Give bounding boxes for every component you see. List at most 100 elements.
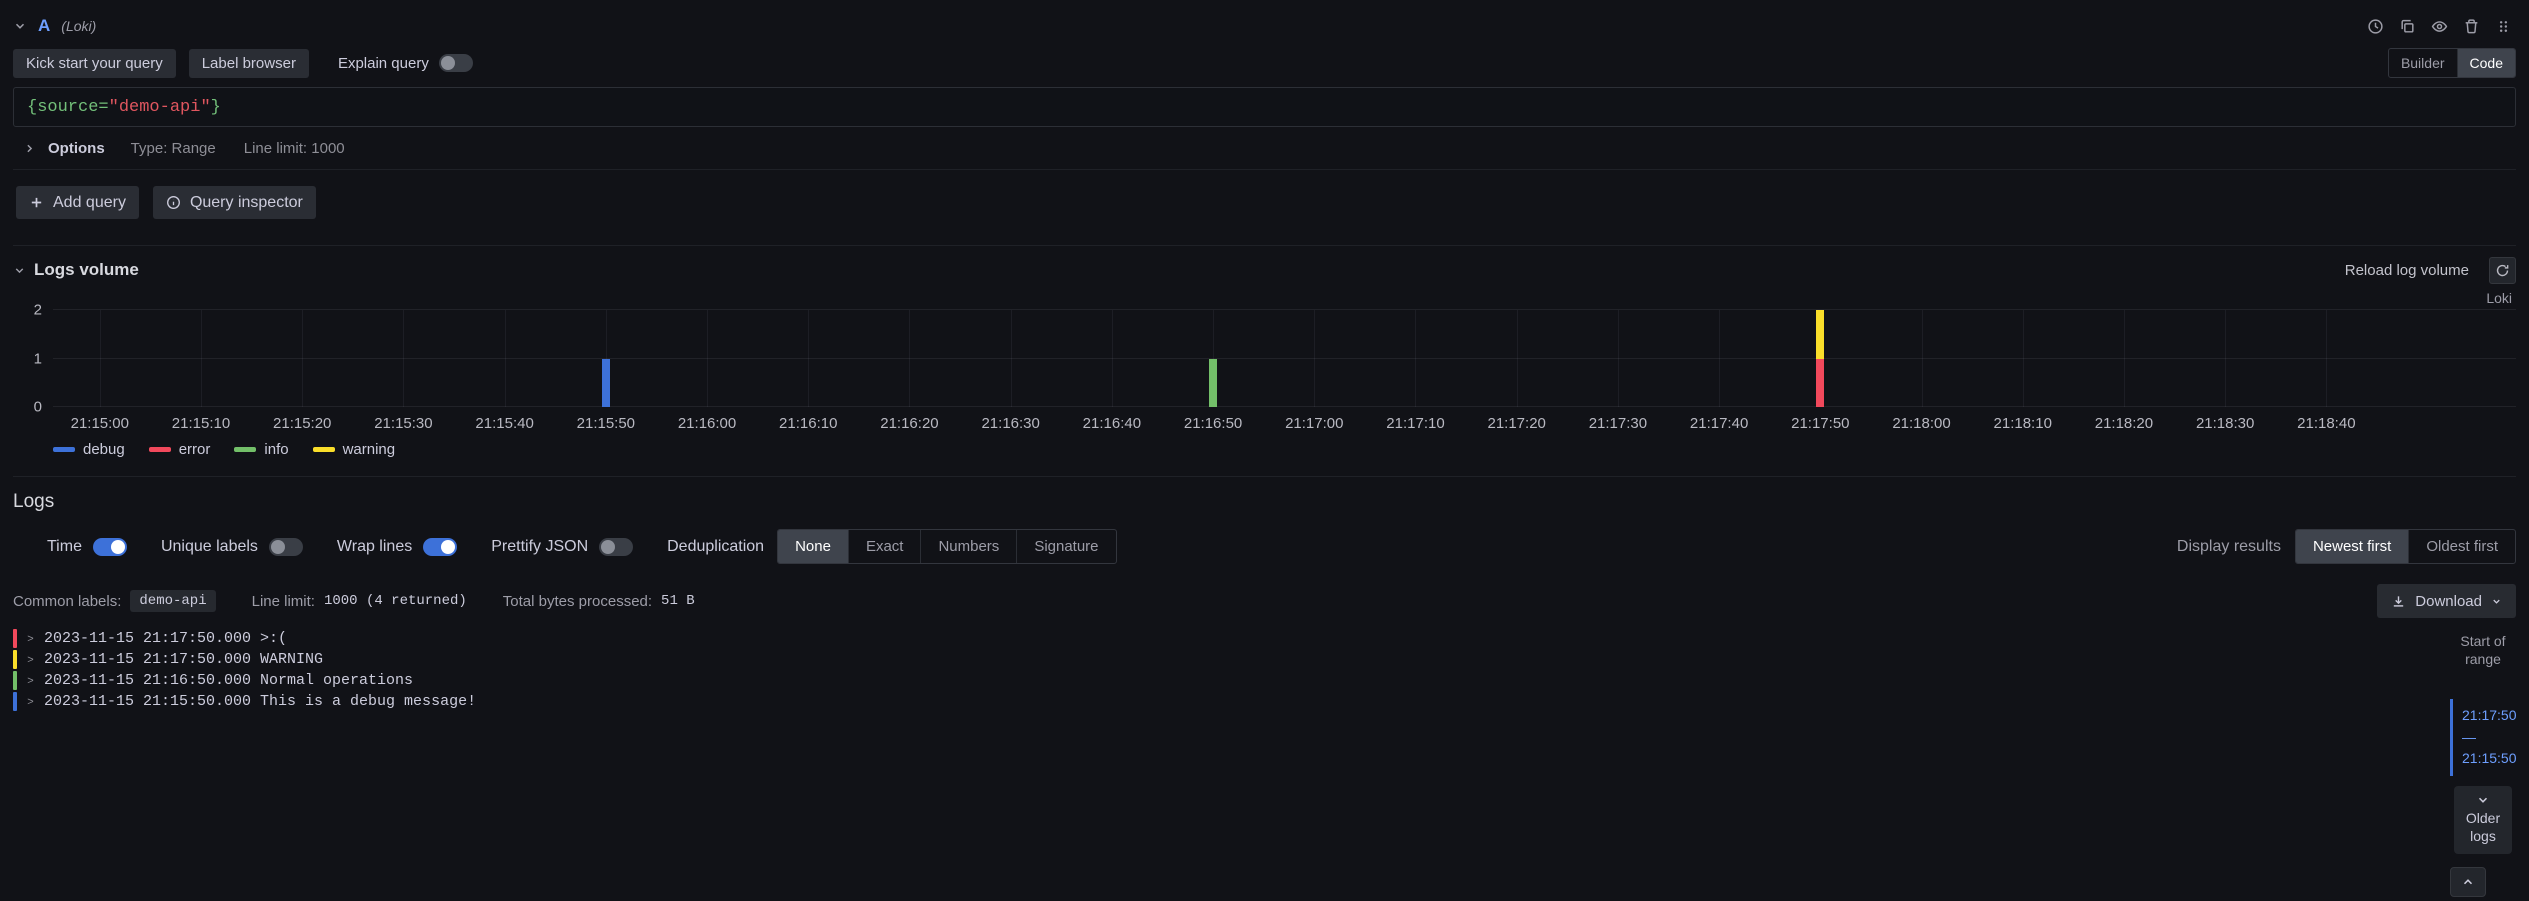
display-results-label: Display results (2177, 538, 2281, 556)
vertical-gridline (707, 310, 708, 407)
bar-21:16:50[interactable] (1209, 310, 1217, 407)
vertical-gridline (1922, 310, 1923, 407)
chevron-down-icon (2476, 793, 2490, 807)
vertical-gridline (909, 310, 910, 407)
editor-mode-group: Builder Code (2388, 48, 2516, 78)
prettify-json-switch[interactable] (599, 538, 633, 556)
query-history-icon[interactable] (2362, 13, 2388, 39)
kick-start-query-button[interactable]: Kick start your query (13, 49, 176, 78)
unique-labels-switch[interactable] (269, 538, 303, 556)
wrap-lines-toggle-label: Wrap lines (337, 538, 412, 556)
vertical-gridline (403, 310, 404, 407)
unique-labels-toggle[interactable]: Unique labels (161, 538, 303, 556)
query-inspector-button[interactable]: Query inspector (153, 186, 316, 219)
expand-log-chevron-icon[interactable]: > (17, 670, 44, 691)
expand-log-chevron-icon[interactable]: > (17, 628, 44, 649)
log-row[interactable]: >2023-11-15 21:16:50.000 Normal operatio… (13, 670, 2450, 691)
drag-handle-icon[interactable] (2490, 13, 2516, 39)
legend-label: info (264, 441, 288, 458)
vertical-gridline (1618, 310, 1619, 407)
reload-log-volume-label[interactable]: Reload log volume (2345, 262, 2469, 279)
log-range-indicator[interactable]: 21:17:50 — 21:15:50 (2450, 699, 2516, 776)
builder-mode-button[interactable]: Builder (2389, 49, 2457, 77)
x-tick-label: 21:15:50 (577, 415, 635, 432)
log-row[interactable]: >2023-11-15 21:17:50.000 >:( (13, 628, 2450, 649)
reload-log-volume-icon[interactable] (2489, 257, 2516, 284)
duplicate-query-icon[interactable] (2394, 13, 2420, 39)
time-toggle-label: Time (47, 538, 82, 556)
x-tick-label: 21:17:10 (1386, 415, 1444, 432)
time-toggle[interactable]: Time (47, 538, 127, 556)
legend-item-debug[interactable]: debug (53, 441, 125, 458)
bar-segment-debug (602, 359, 610, 408)
expand-log-chevron-icon[interactable]: > (17, 691, 44, 712)
wrap-lines-toggle[interactable]: Wrap lines (337, 538, 457, 556)
plus-icon (29, 195, 44, 210)
grafana-explore: A (Loki) Ki (0, 0, 2529, 901)
plot-area (53, 310, 2516, 407)
order-option-newest-first[interactable]: Newest first (2296, 530, 2408, 563)
add-query-button[interactable]: Add query (16, 186, 139, 219)
x-tick-label: 21:15:30 (374, 415, 432, 432)
collapse-query-chevron-icon[interactable] (13, 19, 27, 33)
common-labels-value[interactable]: demo-api (130, 590, 215, 612)
query-options-row[interactable]: Options Type: Range Line limit: 1000 (13, 130, 2516, 165)
code-token-close: } (211, 98, 221, 117)
x-tick-label: 21:16:20 (880, 415, 938, 432)
legend-item-error[interactable]: error (149, 441, 211, 458)
logs-navigation-rail: Start of range 21:17:50 — 21:15:50 Older… (2450, 628, 2516, 901)
x-tick-label: 21:18:10 (1994, 415, 2052, 432)
code-mode-button[interactable]: Code (2457, 49, 2515, 77)
remove-query-trash-icon[interactable] (2458, 13, 2484, 39)
vertical-gridline (1314, 310, 1315, 407)
time-switch[interactable] (93, 538, 127, 556)
dedup-option-signature[interactable]: Signature (1016, 530, 1115, 563)
expand-log-chevron-icon[interactable]: > (17, 649, 44, 670)
dedup-option-exact[interactable]: Exact (848, 530, 921, 563)
dedup-option-none[interactable]: None (778, 530, 848, 563)
older-logs-button[interactable]: Older logs (2454, 786, 2512, 854)
download-button[interactable]: Download (2377, 584, 2516, 618)
log-row[interactable]: >2023-11-15 21:17:50.000 WARNING (13, 649, 2450, 670)
logs-volume-collapse-chevron-icon[interactable] (13, 264, 26, 277)
prettify-json-toggle-label: Prettify JSON (491, 538, 588, 556)
bar-segment-error (1816, 359, 1824, 408)
download-icon (2391, 594, 2406, 609)
range-separator: — (2462, 727, 2516, 749)
logs-volume-chart: 012 21:15:0021:15:1021:15:2021:15:3021:1… (13, 310, 2516, 433)
explain-query-control: Explain query (338, 54, 473, 72)
x-tick-label: 21:15:00 (71, 415, 129, 432)
chart-legend: debug error info warning (53, 441, 2516, 458)
vertical-gridline (2124, 310, 2125, 407)
wrap-lines-switch[interactable] (423, 538, 457, 556)
query-row-header: A (Loki) (13, 10, 2516, 42)
logs-volume-panel: Logs volume Reload log volume Loki 012 2… (13, 245, 2516, 468)
start-of-range-label: Start of range (2450, 632, 2516, 669)
explain-query-toggle[interactable] (439, 54, 473, 72)
dedup-option-numbers[interactable]: Numbers (920, 530, 1016, 563)
bar-21:17:50[interactable] (1816, 310, 1824, 407)
bar-21:15:50[interactable] (602, 310, 610, 407)
x-tick-label: 21:15:40 (475, 415, 533, 432)
x-tick-label: 21:17:20 (1487, 415, 1545, 432)
prettify-json-toggle[interactable]: Prettify JSON (491, 538, 633, 556)
vertical-gridline (100, 310, 101, 407)
x-tick-label: 21:17:40 (1690, 415, 1748, 432)
vertical-gridline (2326, 310, 2327, 407)
x-tick-label: 21:16:40 (1083, 415, 1141, 432)
label-browser-button[interactable]: Label browser (189, 49, 309, 78)
hide-response-eye-icon[interactable] (2426, 13, 2452, 39)
y-tick-label: 1 (34, 350, 42, 367)
legend-item-info[interactable]: info (234, 441, 288, 458)
scroll-to-top-button[interactable] (2450, 867, 2486, 897)
vertical-gridline (201, 310, 202, 407)
logql-query-input[interactable]: {source="demo-api"} (13, 87, 2516, 127)
x-tick-label: 21:17:30 (1589, 415, 1647, 432)
logs-volume-header: Logs volume Reload log volume (13, 254, 2516, 286)
order-option-oldest-first[interactable]: Oldest first (2408, 530, 2515, 563)
query-ref-id[interactable]: A (38, 16, 50, 36)
common-labels-meta: Common labels: demo-api (13, 590, 216, 612)
legend-item-warning[interactable]: warning (313, 441, 396, 458)
options-chevron-right-icon[interactable] (23, 142, 36, 155)
log-row[interactable]: >2023-11-15 21:15:50.000 This is a debug… (13, 691, 2450, 712)
